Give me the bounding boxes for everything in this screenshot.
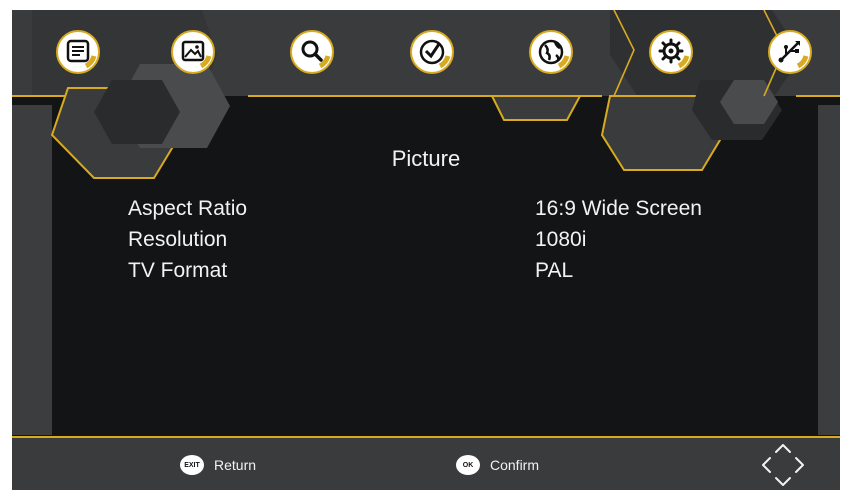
picture-icon[interactable] xyxy=(171,30,215,74)
setting-label: Aspect Ratio xyxy=(128,197,248,220)
settings-gear-icon[interactable] xyxy=(649,30,693,74)
time-icon[interactable] xyxy=(410,30,454,74)
confirm-label: Confirm xyxy=(490,457,540,473)
setting-value: 1080i xyxy=(535,228,587,251)
return-label: Return xyxy=(214,457,257,473)
globe-icon[interactable] xyxy=(529,30,573,74)
search-icon[interactable] xyxy=(290,30,334,74)
setting-value: 16:9 Wide Screen xyxy=(535,197,702,220)
setting-row-aspect-ratio[interactable]: Aspect Ratio 16:9 Wide Screen xyxy=(12,197,840,227)
setting-row-tv-format[interactable]: TV Format PAL xyxy=(12,259,840,289)
setting-label: Resolution xyxy=(128,228,228,251)
exit-key-icon: EXIT xyxy=(180,455,204,475)
setting-label: TV Format xyxy=(128,259,228,282)
page-title: Picture xyxy=(391,146,461,171)
program-icon[interactable] xyxy=(56,30,100,74)
ok-key-icon: OK xyxy=(456,455,480,475)
hint-bar: EXIT Return OK Confirm xyxy=(12,436,840,490)
direction-pad-icon[interactable] xyxy=(760,442,806,488)
tv-screen: Picture Aspect Ratio 16:9 Wide Screen Re… xyxy=(12,10,840,490)
setting-row-resolution[interactable]: Resolution 1080i xyxy=(12,228,840,258)
return-hint[interactable]: EXIT Return xyxy=(180,453,256,477)
setting-value: PAL xyxy=(535,259,574,282)
confirm-hint[interactable]: OK Confirm xyxy=(456,453,539,477)
usb-icon[interactable] xyxy=(768,30,812,74)
